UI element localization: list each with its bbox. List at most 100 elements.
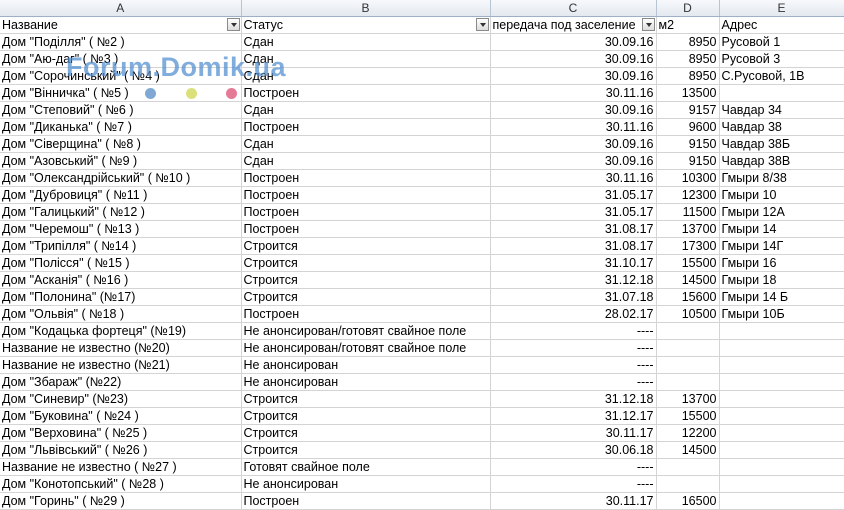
cell-area[interactable]: 13700: [656, 390, 720, 408]
cell-status[interactable]: Строится: [241, 441, 491, 459]
cell-area[interactable]: [656, 475, 720, 493]
cell-name[interactable]: Дом "Буковина" ( №24 ): [0, 407, 242, 425]
filter-dropdown-icon[interactable]: [226, 18, 240, 31]
cell-area[interactable]: 17300: [656, 237, 720, 255]
cell-date[interactable]: 30.11.16: [490, 84, 657, 102]
header-cell-status[interactable]: Статус: [241, 16, 491, 34]
cell-status[interactable]: Не анонсирован: [241, 475, 491, 493]
cell-status[interactable]: Не анонсирован/готовят свайное поле: [241, 339, 491, 357]
cell-status[interactable]: Построен: [241, 492, 491, 510]
cell-status[interactable]: Построен: [241, 220, 491, 238]
cell-date[interactable]: 31.12.18: [490, 271, 657, 289]
cell-address[interactable]: Гмыри 18: [719, 271, 844, 289]
cell-area[interactable]: 14500: [656, 441, 720, 459]
cell-status[interactable]: Сдан: [241, 67, 491, 85]
filter-dropdown-icon[interactable]: [641, 18, 655, 31]
cell-status[interactable]: Строится: [241, 424, 491, 442]
cell-address[interactable]: Гмыри 14Г: [719, 237, 844, 255]
cell-area[interactable]: 15500: [656, 254, 720, 272]
cell-date[interactable]: 30.11.16: [490, 169, 657, 187]
cell-name[interactable]: Дом "Степовий" ( №6 ): [0, 101, 242, 119]
cell-date[interactable]: 31.05.17: [490, 186, 657, 204]
cell-name[interactable]: Дом "Сіверщина" ( №8 ): [0, 135, 242, 153]
cell-status[interactable]: Строится: [241, 254, 491, 272]
cell-name[interactable]: Дом "Кодацька фортеця" (№19): [0, 322, 242, 340]
cell-area[interactable]: 9600: [656, 118, 720, 136]
cell-area[interactable]: 13500: [656, 84, 720, 102]
cell-date[interactable]: 31.12.18: [490, 390, 657, 408]
cell-address[interactable]: Гмыри 14 Б: [719, 288, 844, 306]
cell-area[interactable]: 16500: [656, 492, 720, 510]
cell-area[interactable]: 15600: [656, 288, 720, 306]
cell-date[interactable]: 31.08.17: [490, 237, 657, 255]
cell-address[interactable]: [719, 356, 844, 374]
cell-area[interactable]: [656, 356, 720, 374]
cell-date[interactable]: 30.11.17: [490, 492, 657, 510]
cell-status[interactable]: Строится: [241, 271, 491, 289]
cell-status[interactable]: Строится: [241, 390, 491, 408]
cell-name[interactable]: Дом "Синевир" (№23): [0, 390, 242, 408]
cell-address[interactable]: Чавдар 38В: [719, 152, 844, 170]
cell-status[interactable]: Сдан: [241, 50, 491, 68]
cell-area[interactable]: [656, 458, 720, 476]
cell-date[interactable]: 30.09.16: [490, 50, 657, 68]
cell-date[interactable]: 31.12.17: [490, 407, 657, 425]
cell-name[interactable]: Дом "Вінничка" ( №5 ): [0, 84, 242, 102]
cell-status[interactable]: Не анонсирован: [241, 356, 491, 374]
cell-address[interactable]: Чавдар 38: [719, 118, 844, 136]
cell-area[interactable]: 13700: [656, 220, 720, 238]
header-cell-name[interactable]: Название: [0, 16, 242, 34]
cell-status[interactable]: Сдан: [241, 152, 491, 170]
column-header-c[interactable]: C: [490, 0, 657, 17]
cell-name[interactable]: Дом "Диканька" ( №7 ): [0, 118, 242, 136]
cell-date[interactable]: 30.09.16: [490, 152, 657, 170]
cell-date[interactable]: ----: [490, 475, 657, 493]
cell-address[interactable]: С.Русовой, 1В: [719, 67, 844, 85]
cell-address[interactable]: [719, 407, 844, 425]
cell-date[interactable]: 31.05.17: [490, 203, 657, 221]
cell-date[interactable]: ----: [490, 356, 657, 374]
cell-name[interactable]: Название не известно (№20): [0, 339, 242, 357]
column-header-d[interactable]: D: [656, 0, 720, 17]
cell-name[interactable]: Дом "Черемош" ( №13 ): [0, 220, 242, 238]
cell-area[interactable]: 11500: [656, 203, 720, 221]
cell-address[interactable]: Гмыри 14: [719, 220, 844, 238]
column-header-a[interactable]: A: [0, 0, 242, 17]
cell-date[interactable]: 31.10.17: [490, 254, 657, 272]
cell-address[interactable]: Гмыри 10: [719, 186, 844, 204]
cell-status[interactable]: Построен: [241, 203, 491, 221]
cell-name[interactable]: Дом "Аю-даг" ( №3 ): [0, 50, 242, 68]
cell-area[interactable]: 9157: [656, 101, 720, 119]
cell-date[interactable]: 31.07.18: [490, 288, 657, 306]
cell-area[interactable]: 9150: [656, 152, 720, 170]
cell-name[interactable]: Дом "Верховина" ( №25 ): [0, 424, 242, 442]
cell-date[interactable]: 30.06.18: [490, 441, 657, 459]
cell-status[interactable]: Строится: [241, 237, 491, 255]
cell-status[interactable]: Построен: [241, 118, 491, 136]
cell-status[interactable]: Готовят свайное поле: [241, 458, 491, 476]
cell-name[interactable]: Дом "Азовський" ( №9 ): [0, 152, 242, 170]
cell-name[interactable]: Дом "Полонина" (№17): [0, 288, 242, 306]
cell-date[interactable]: ----: [490, 339, 657, 357]
cell-date[interactable]: 30.09.16: [490, 67, 657, 85]
column-header-b[interactable]: B: [241, 0, 491, 17]
cell-status[interactable]: Не анонсирован: [241, 373, 491, 391]
cell-name[interactable]: Дом "Олександрійський" ( №10 ): [0, 169, 242, 187]
cell-name[interactable]: Дом "Сорочинський" ( №4 ): [0, 67, 242, 85]
cell-status[interactable]: Строится: [241, 288, 491, 306]
cell-name[interactable]: Дом "Ольвія" ( №18 ): [0, 305, 242, 323]
filter-dropdown-icon[interactable]: [475, 18, 489, 31]
cell-name[interactable]: Дом "Конотопський" ( №28 ): [0, 475, 242, 493]
cell-date[interactable]: 30.11.17: [490, 424, 657, 442]
cell-date[interactable]: 30.11.16: [490, 118, 657, 136]
cell-date[interactable]: 31.08.17: [490, 220, 657, 238]
cell-area[interactable]: [656, 322, 720, 340]
cell-address[interactable]: [719, 84, 844, 102]
cell-area[interactable]: [656, 373, 720, 391]
cell-address[interactable]: Гмыри 12А: [719, 203, 844, 221]
cell-area[interactable]: 8950: [656, 33, 720, 51]
cell-address[interactable]: Гмыри 16: [719, 254, 844, 272]
cell-name[interactable]: Дом "Дубровиця" ( №11 ): [0, 186, 242, 204]
column-header-e[interactable]: E: [719, 0, 844, 17]
cell-name[interactable]: Дом "Збараж" (№22): [0, 373, 242, 391]
